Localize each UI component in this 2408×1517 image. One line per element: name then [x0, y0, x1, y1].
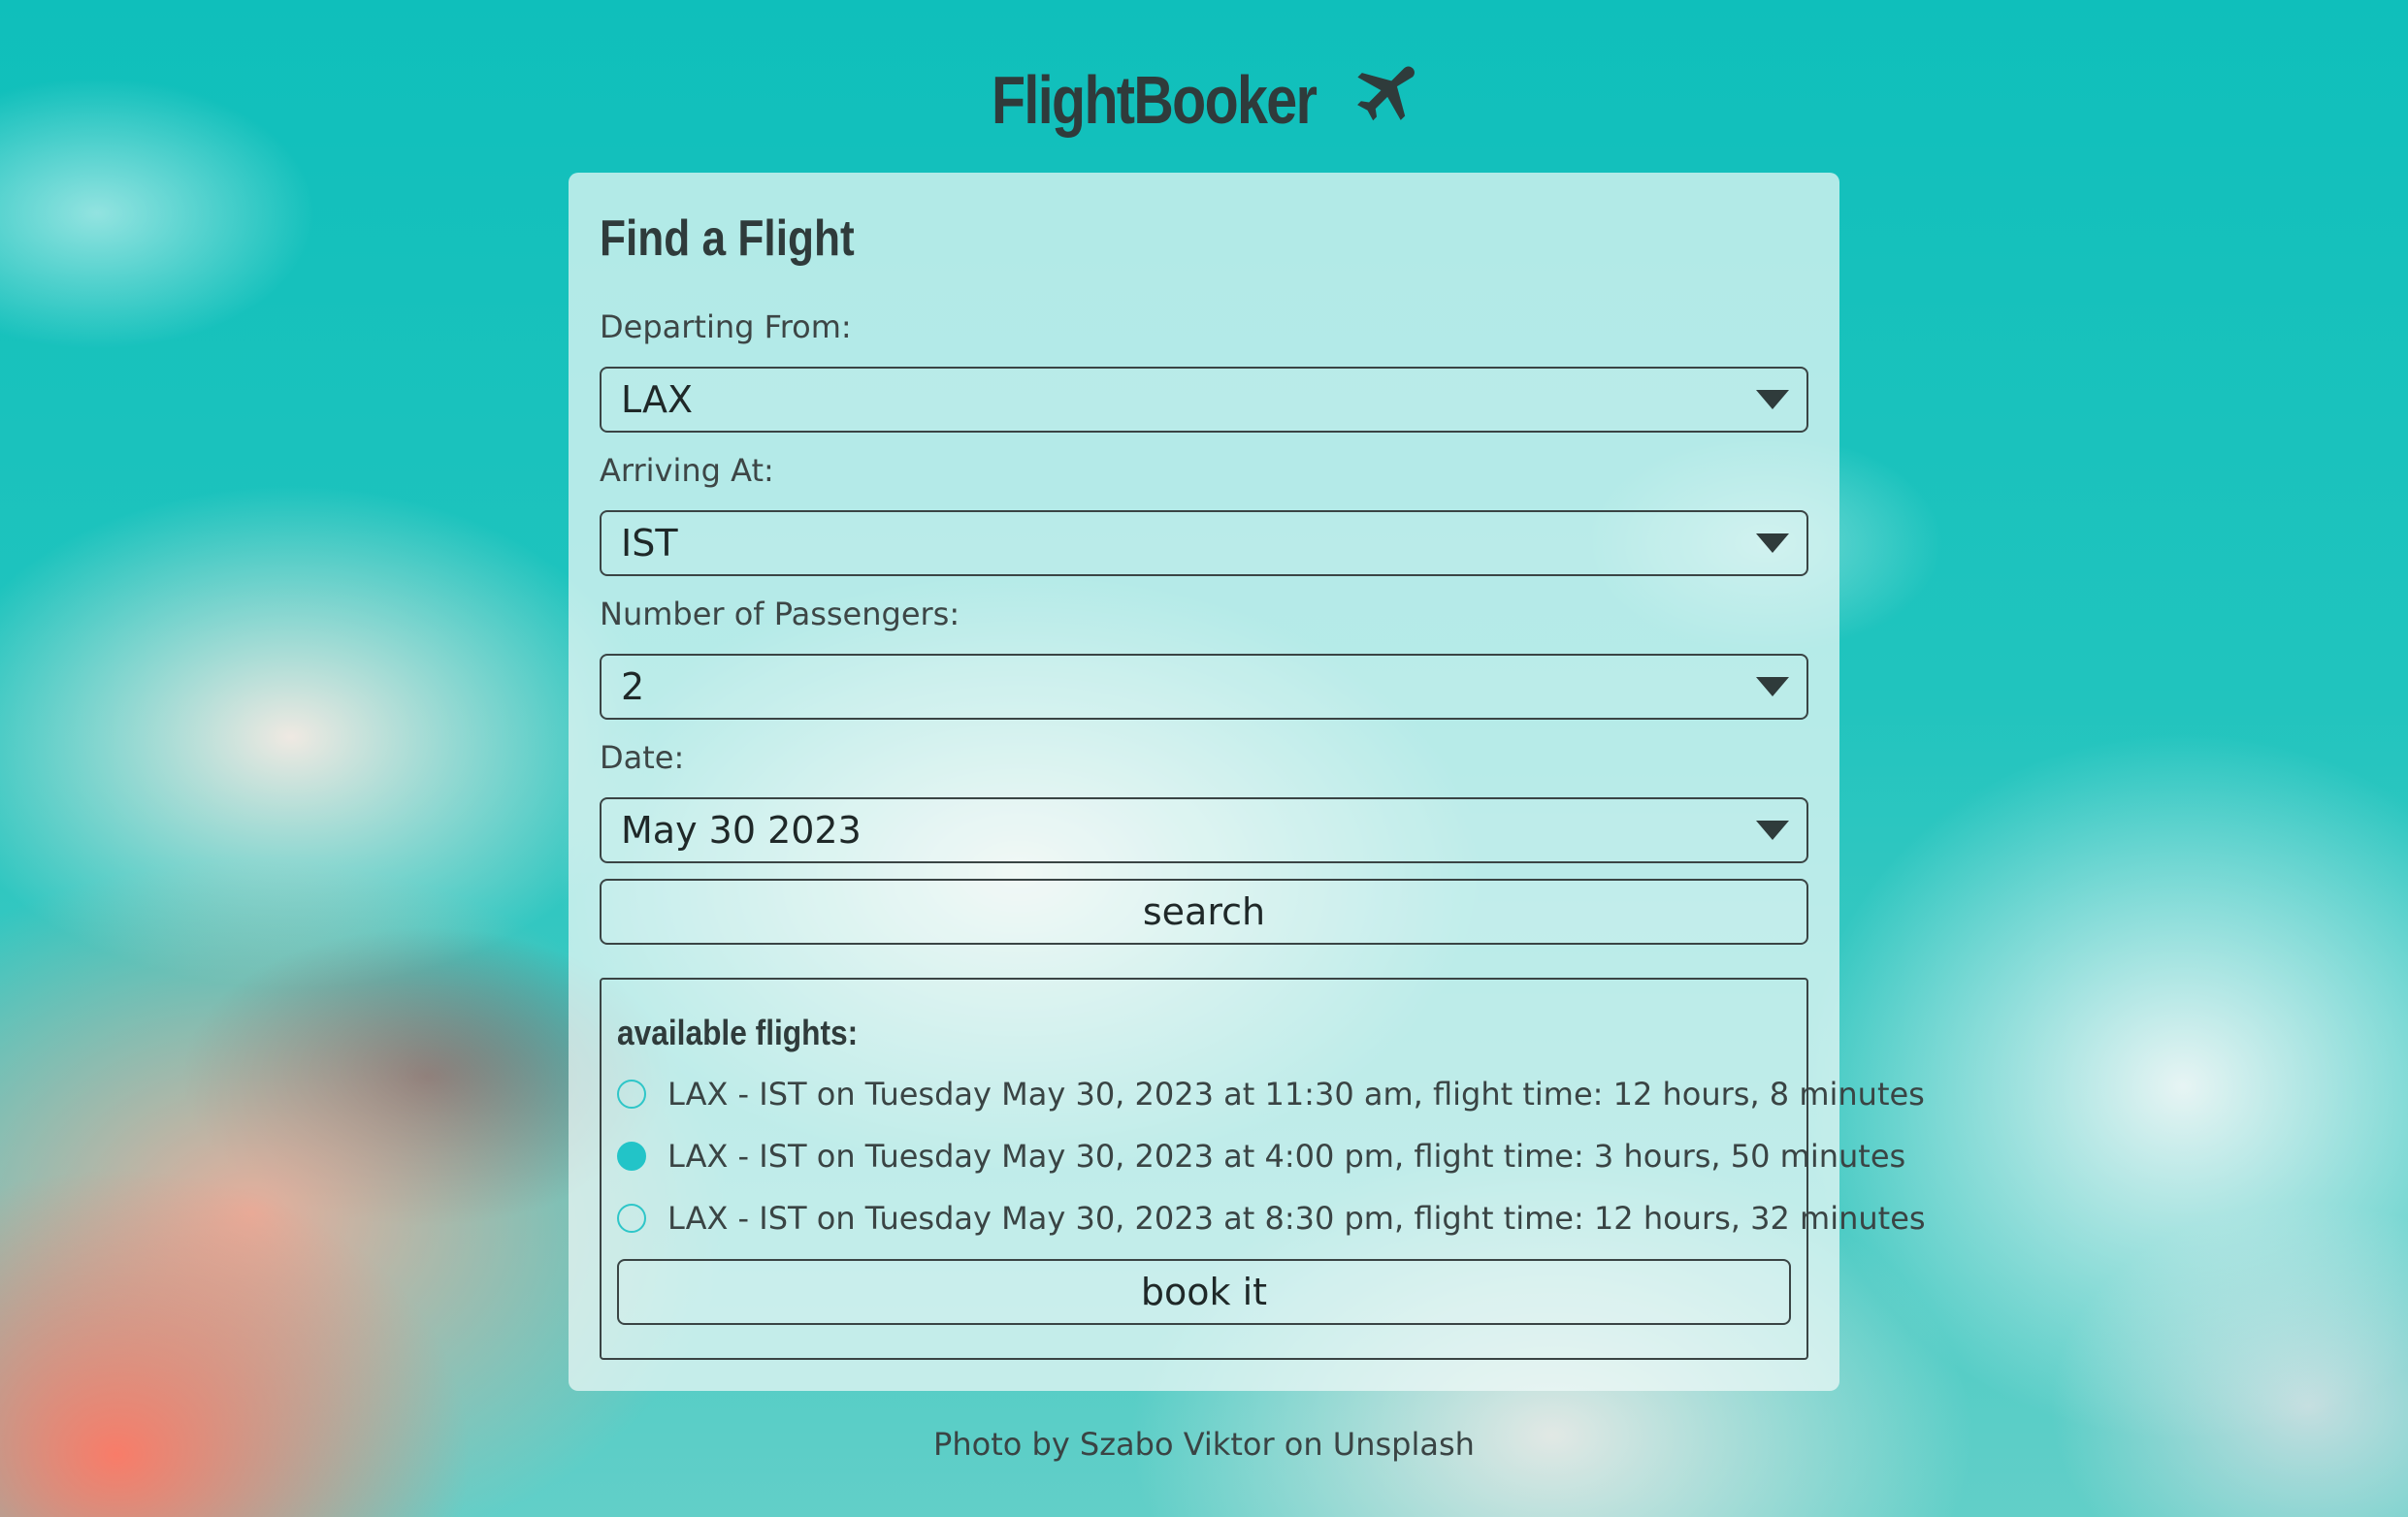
passengers-label: Number of Passengers:: [600, 596, 960, 632]
flight-option-label: LAX - IST on Tuesday May 30, 2023 at 8:3…: [667, 1200, 1926, 1237]
chevron-down-icon: [1756, 390, 1789, 409]
departing-label: Departing From:: [600, 308, 852, 345]
flight-option-2[interactable]: LAX - IST on Tuesday May 30, 2023 at 4:0…: [617, 1135, 1905, 1178]
flight-radio-1[interactable]: [617, 1080, 646, 1109]
app-title: FlightBooker: [992, 62, 1318, 138]
flight-search-card: Find a Flight Departing From: LAX Arrivi…: [569, 173, 1926, 1391]
chevron-down-icon: [1756, 677, 1789, 696]
date-select[interactable]: May 30 2023: [600, 797, 1808, 863]
date-label: Date:: [600, 739, 685, 776]
photo-credit: Photo by Szabo Viktor on Unsplash: [933, 1426, 1475, 1463]
form-title: Find a Flight: [600, 210, 855, 267]
arriving-label: Arriving At:: [600, 452, 774, 489]
passengers-select[interactable]: 2: [600, 654, 1808, 720]
chevron-down-icon: [1756, 533, 1789, 553]
book-it-button[interactable]: book it: [617, 1259, 1791, 1325]
flight-option-3[interactable]: LAX - IST on Tuesday May 30, 2023 at 8:3…: [617, 1197, 1926, 1240]
available-flights-panel: available flights: LAX - IST on Tuesday …: [600, 978, 1926, 1360]
flight-option-1[interactable]: LAX - IST on Tuesday May 30, 2023 at 11:…: [617, 1073, 1925, 1115]
arriving-select[interactable]: IST: [600, 510, 1808, 576]
app-header: FlightBooker: [992, 56, 1420, 144]
flight-radio-3[interactable]: [617, 1204, 646, 1233]
flight-option-label: LAX - IST on Tuesday May 30, 2023 at 11:…: [667, 1076, 1925, 1113]
results-title: available flights:: [617, 1013, 859, 1052]
departing-select[interactable]: LAX: [600, 367, 1808, 433]
flight-option-label: LAX - IST on Tuesday May 30, 2023 at 4:0…: [667, 1138, 1906, 1175]
flight-radio-2[interactable]: [617, 1142, 646, 1171]
date-value: May 30 2023: [621, 809, 862, 852]
chevron-down-icon: [1756, 821, 1789, 840]
passengers-value: 2: [621, 665, 645, 708]
airplane-icon: [1356, 66, 1415, 121]
arriving-value: IST: [621, 522, 678, 565]
departing-value: LAX: [621, 378, 694, 421]
search-button[interactable]: search: [600, 879, 1808, 945]
